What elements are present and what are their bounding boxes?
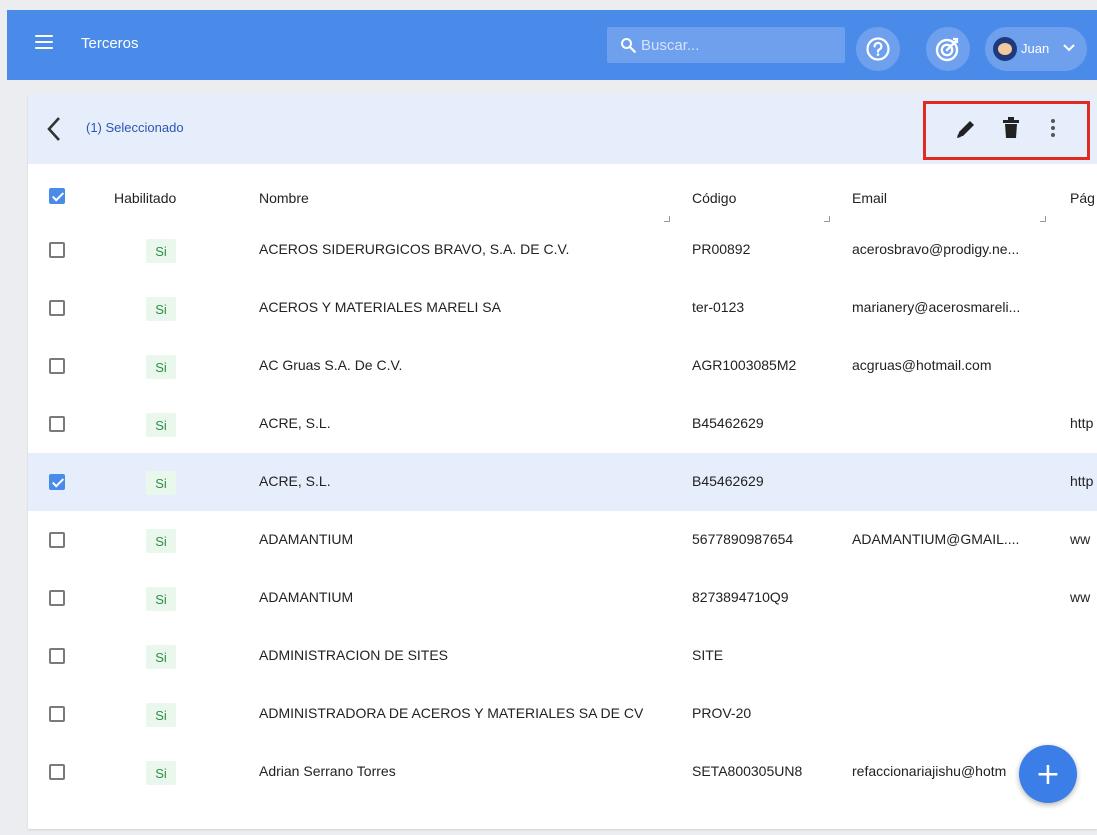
search-input[interactable] — [641, 27, 831, 63]
cell-nombre: ACEROS SIDERURGICOS BRAVO, S.A. DE C.V. — [259, 241, 570, 257]
cell-codigo: B45462629 — [692, 473, 764, 489]
table-row[interactable]: Si ACEROS SIDERURGICOS BRAVO, S.A. DE C.V… — [28, 221, 1097, 279]
column-header-habilitado[interactable]: Habilitado — [114, 190, 176, 206]
row-checkbox[interactable] — [49, 416, 65, 432]
cell-codigo: ter-0123 — [692, 299, 745, 315]
cell-codigo: SITE — [692, 647, 724, 663]
table-row[interactable]: Si ADAMANTIUM 8273894710Q9 ww — [28, 569, 1097, 627]
table-row[interactable]: Si ACRE, S.L. B45462629 http — [28, 395, 1097, 453]
row-checkbox[interactable] — [49, 242, 65, 258]
cell-nombre: ADMINISTRACION DE SITES — [259, 647, 449, 663]
column-header-nombre[interactable]: Nombre — [259, 190, 309, 206]
user-menu[interactable]: Juan — [985, 27, 1087, 71]
status-badge: Si — [146, 645, 176, 669]
status-badge: Si — [146, 587, 176, 611]
cell-email: refaccionariajishu@hotm — [852, 763, 1007, 779]
row-checkbox[interactable] — [49, 358, 65, 374]
select-all-checkbox[interactable] — [49, 188, 65, 204]
back-arrow-icon[interactable] — [46, 116, 62, 142]
cell-nombre: ADAMANTIUM — [259, 589, 354, 605]
table-row[interactable]: Si ADMINISTRADORA DE ACEROS Y MATERIALES … — [28, 685, 1097, 743]
chevron-down-icon — [1063, 44, 1075, 52]
edit-pencil-icon[interactable] — [955, 118, 977, 140]
table-row[interactable]: Si ACRE, S.L. B45462629 http — [28, 453, 1097, 511]
cell-codigo: AGR1003085M2 — [692, 357, 797, 373]
target-icon — [935, 37, 959, 62]
cell-email: marianery@acerosmareli... — [852, 299, 1021, 315]
status-badge: Si — [146, 529, 176, 553]
more-vertical-icon[interactable] — [1050, 118, 1056, 138]
cell-pagina: ww — [1070, 589, 1091, 605]
selection-toolbar: (1) Seleccionado — [28, 94, 1097, 164]
data-table-card: (1) Seleccionado Habilitado Nombre Códig… — [28, 94, 1097, 829]
table-header: Habilitado Nombre Código Email Pág — [28, 164, 1097, 226]
cell-email: acgruas@hotmail.com — [852, 357, 992, 373]
help-icon — [866, 37, 890, 61]
help-button[interactable] — [856, 27, 900, 71]
cell-codigo: 8273894710Q9 — [692, 589, 789, 605]
status-badge: Si — [146, 297, 176, 321]
cell-nombre: ACRE, S.L. — [259, 415, 331, 431]
cell-nombre: ACEROS Y MATERIALES MARELI SA — [259, 299, 501, 315]
cell-nombre: ACRE, S.L. — [259, 473, 331, 489]
column-header-codigo[interactable]: Código — [692, 190, 736, 206]
cell-codigo: 5677890987654 — [692, 531, 794, 547]
table-row[interactable]: Si ACEROS Y MATERIALES MARELI SA ter-0123 m… — [28, 279, 1097, 337]
cell-email: acerosbravo@prodigy.ne... — [852, 241, 1020, 257]
row-checkbox[interactable] — [49, 764, 65, 780]
cell-nombre: AC Gruas S.A. De C.V. — [259, 357, 403, 373]
column-header-email[interactable]: Email — [852, 190, 887, 206]
row-checkbox[interactable] — [49, 706, 65, 722]
cell-nombre: ADMINISTRADORA DE ACEROS Y MATERIALES SA… — [259, 705, 644, 721]
status-badge: Si — [146, 413, 176, 437]
cell-codigo: B45462629 — [692, 415, 764, 431]
status-badge: Si — [146, 239, 176, 263]
goals-button[interactable] — [926, 27, 970, 71]
row-checkbox[interactable] — [49, 474, 65, 490]
top-app-bar: Terceros Juan — [7, 10, 1097, 80]
row-checkbox[interactable] — [49, 590, 65, 606]
search-icon — [621, 38, 636, 53]
table-row[interactable]: Si Adrian Serrano Torres SETA800305UN8 refa… — [28, 743, 1097, 801]
table-row[interactable]: Si AC Gruas S.A. De C.V. AGR1003085M2 acgru… — [28, 337, 1097, 395]
column-header-pagina[interactable]: Pág — [1070, 190, 1095, 206]
search-box[interactable] — [607, 27, 845, 63]
avatar — [993, 37, 1017, 61]
table-row[interactable]: Si ADMINISTRACION DE SITES SITE — [28, 627, 1097, 685]
cell-email: ADAMANTIUM@GMAIL.... — [852, 531, 1020, 547]
add-record-button[interactable]: + — [1019, 745, 1077, 803]
cell-nombre: ADAMANTIUM — [259, 531, 354, 547]
user-name: Juan — [1021, 41, 1050, 56]
status-badge: Si — [146, 703, 176, 727]
table-row[interactable]: Si ADAMANTIUM 5677890987654 ADAMANTIUM@GMAI… — [28, 511, 1097, 569]
row-checkbox[interactable] — [49, 532, 65, 548]
selection-count: (1) Seleccionado — [86, 120, 184, 135]
cell-nombre: Adrian Serrano Torres — [259, 763, 396, 779]
cell-codigo: PROV-20 — [692, 705, 752, 721]
app-title: Terceros — [81, 35, 139, 52]
status-badge: Si — [146, 471, 176, 495]
cell-pagina: http — [1070, 415, 1094, 431]
delete-trash-icon[interactable] — [1002, 116, 1020, 140]
hamburger-menu-icon[interactable] — [35, 35, 53, 49]
row-checkbox[interactable] — [49, 648, 65, 664]
status-badge: Si — [146, 355, 176, 379]
cell-codigo: PR00892 — [692, 241, 751, 257]
cell-pagina: ww — [1070, 531, 1091, 547]
row-checkbox[interactable] — [49, 300, 65, 316]
cell-codigo: SETA800305UN8 — [692, 763, 803, 779]
status-badge: Si — [146, 761, 176, 785]
cell-pagina: http — [1070, 473, 1094, 489]
